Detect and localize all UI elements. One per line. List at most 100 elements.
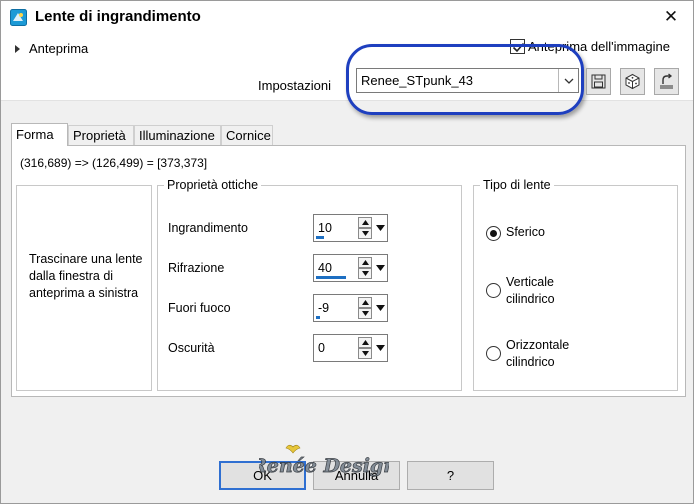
app-logo-icon xyxy=(10,9,27,26)
defocus-stepper xyxy=(358,297,372,319)
instructions-text: Trascinare una lente dalla finestra di a… xyxy=(29,251,149,302)
tab-proprieta-label: Proprietà xyxy=(73,128,126,143)
close-button[interactable]: ✕ xyxy=(649,1,693,33)
checkmark-icon xyxy=(512,42,525,53)
settings-preset-select[interactable]: Renee_STpunk_43 xyxy=(356,68,579,93)
image-preview-checkbox-row[interactable]: Anteprima dell'immagine xyxy=(510,39,670,54)
tab-forma[interactable]: Forma xyxy=(11,123,68,146)
lens-option-spherical[interactable]: Sferico xyxy=(486,225,545,241)
tab-cornice-label: Cornice xyxy=(226,128,271,143)
arrow-up-icon xyxy=(361,220,369,225)
tab-illuminazione-label: Illuminazione xyxy=(139,128,215,143)
lens-option-vertical[interactable]: Verticale cilindrico xyxy=(486,274,555,308)
arrow-down-icon xyxy=(361,231,369,236)
arrow-up-icon xyxy=(361,340,369,345)
instructions-line: anteprima a sinistra xyxy=(29,286,139,300)
radio-horizontal-label: Orizzontale cilindrico xyxy=(506,337,569,371)
arrow-up-icon xyxy=(361,300,369,305)
slider-dropdown-button[interactable] xyxy=(374,297,386,319)
slider-dropdown-button[interactable] xyxy=(374,257,386,279)
arrow-down-icon xyxy=(361,311,369,316)
radio-label-line: cilindrico xyxy=(506,292,555,306)
reset-defaults-button[interactable] xyxy=(654,68,679,95)
radio-vertical-label: Verticale cilindrico xyxy=(506,274,555,308)
refraction-value: 40 xyxy=(318,261,332,275)
optical-properties-group: Proprietà ottiche Ingrandimento 10 Rifra… xyxy=(157,178,462,391)
magnification-stepper xyxy=(358,217,372,239)
optical-properties-title: Proprietà ottiche xyxy=(164,178,262,192)
radio-label-line: cilindrico xyxy=(506,355,555,369)
tab-proprieta[interactable]: Proprietà xyxy=(68,125,134,145)
randomize-button[interactable] xyxy=(620,68,645,95)
refraction-level-bar xyxy=(316,276,346,279)
magnification-level-bar xyxy=(316,236,324,239)
lens-type-group: Tipo di lente Sferico Verticale cilindri… xyxy=(473,178,678,391)
instructions-line: Trascinare una lente xyxy=(29,252,143,266)
defocus-value: -9 xyxy=(318,301,330,315)
darkness-spinner[interactable]: 0 xyxy=(313,334,388,362)
radio-spherical[interactable] xyxy=(486,226,501,241)
expand-triangle-icon xyxy=(15,44,20,53)
spin-down-button[interactable] xyxy=(358,268,372,279)
dropdown-triangle-icon xyxy=(375,265,385,271)
radio-label-line: Orizzontale xyxy=(506,338,570,352)
magnification-spinner[interactable]: 10 xyxy=(313,214,388,242)
image-preview-checkbox[interactable] xyxy=(510,39,525,54)
radio-horizontal[interactable] xyxy=(486,346,501,361)
spin-up-button[interactable] xyxy=(358,337,372,348)
defocus-level-bar xyxy=(316,316,320,319)
tab-illuminazione[interactable]: Illuminazione xyxy=(134,125,221,145)
refraction-label: Rifrazione xyxy=(168,261,225,275)
spin-up-button[interactable] xyxy=(358,257,372,268)
spin-down-button[interactable] xyxy=(358,348,372,359)
darkness-value: 0 xyxy=(318,341,325,355)
magnification-label: Ingrandimento xyxy=(168,221,248,235)
magnification-value: 10 xyxy=(318,221,332,235)
settings-preset-value: Renee_STpunk_43 xyxy=(361,73,474,88)
coordinates-readout: (316,689) => (126,499) = [373,373] xyxy=(20,156,208,170)
dropdown-triangle-icon xyxy=(375,225,385,231)
preview-expander[interactable]: Anteprima xyxy=(15,41,88,56)
defocus-label: Fuori fuoco xyxy=(168,301,231,315)
reset-icon xyxy=(660,73,673,89)
chevron-down-icon[interactable] xyxy=(558,69,578,92)
renee-design-watermark-logo: Renée Design xyxy=(259,444,389,477)
arrow-down-icon xyxy=(361,351,369,356)
radio-spherical-label: Sferico xyxy=(506,225,545,239)
help-button[interactable]: ? xyxy=(407,461,494,490)
darkness-label: Oscurità xyxy=(168,341,215,355)
window-title: Lente di ingrandimento xyxy=(35,8,201,25)
radio-label-line: Verticale xyxy=(506,275,554,289)
darkness-stepper xyxy=(358,337,372,359)
randomize-dice-icon xyxy=(625,73,640,90)
save-preset-button[interactable] xyxy=(586,68,611,95)
settings-label: Impostazioni xyxy=(258,78,331,93)
dropdown-triangle-icon xyxy=(375,305,385,311)
preview-expander-label: Anteprima xyxy=(29,41,89,56)
svg-text:Renée Design: Renée Design xyxy=(259,455,389,477)
arrow-up-icon xyxy=(361,260,369,265)
spin-up-button[interactable] xyxy=(358,217,372,228)
instructions-line: dalla finestra di xyxy=(29,269,114,283)
save-icon xyxy=(591,74,606,89)
spin-down-button[interactable] xyxy=(358,308,372,319)
slider-dropdown-button[interactable] xyxy=(374,217,386,239)
dropdown-triangle-icon xyxy=(375,345,385,351)
radio-vertical[interactable] xyxy=(486,283,501,298)
spin-down-button[interactable] xyxy=(358,228,372,239)
refraction-spinner[interactable]: 40 xyxy=(313,254,388,282)
tab-cornice[interactable]: Cornice xyxy=(221,125,273,145)
title-bar: Lente di ingrandimento ✕ xyxy=(1,1,693,33)
tab-panel-forma: (316,689) => (126,499) = [373,373] Trasc… xyxy=(11,145,686,397)
arrow-down-icon xyxy=(361,271,369,276)
lens-option-horizontal[interactable]: Orizzontale cilindrico xyxy=(486,337,569,371)
refraction-stepper xyxy=(358,257,372,279)
dialog-window: Lente di ingrandimento ✕ Anteprima Antep… xyxy=(0,0,694,504)
defocus-spinner[interactable]: -9 xyxy=(313,294,388,322)
lens-type-title: Tipo di lente xyxy=(480,178,554,192)
image-preview-label: Anteprima dell'immagine xyxy=(528,39,670,54)
help-button-label: ? xyxy=(446,468,455,483)
instructions-box: Trascinare una lente dalla finestra di a… xyxy=(16,185,152,391)
slider-dropdown-button[interactable] xyxy=(374,337,386,359)
spin-up-button[interactable] xyxy=(358,297,372,308)
